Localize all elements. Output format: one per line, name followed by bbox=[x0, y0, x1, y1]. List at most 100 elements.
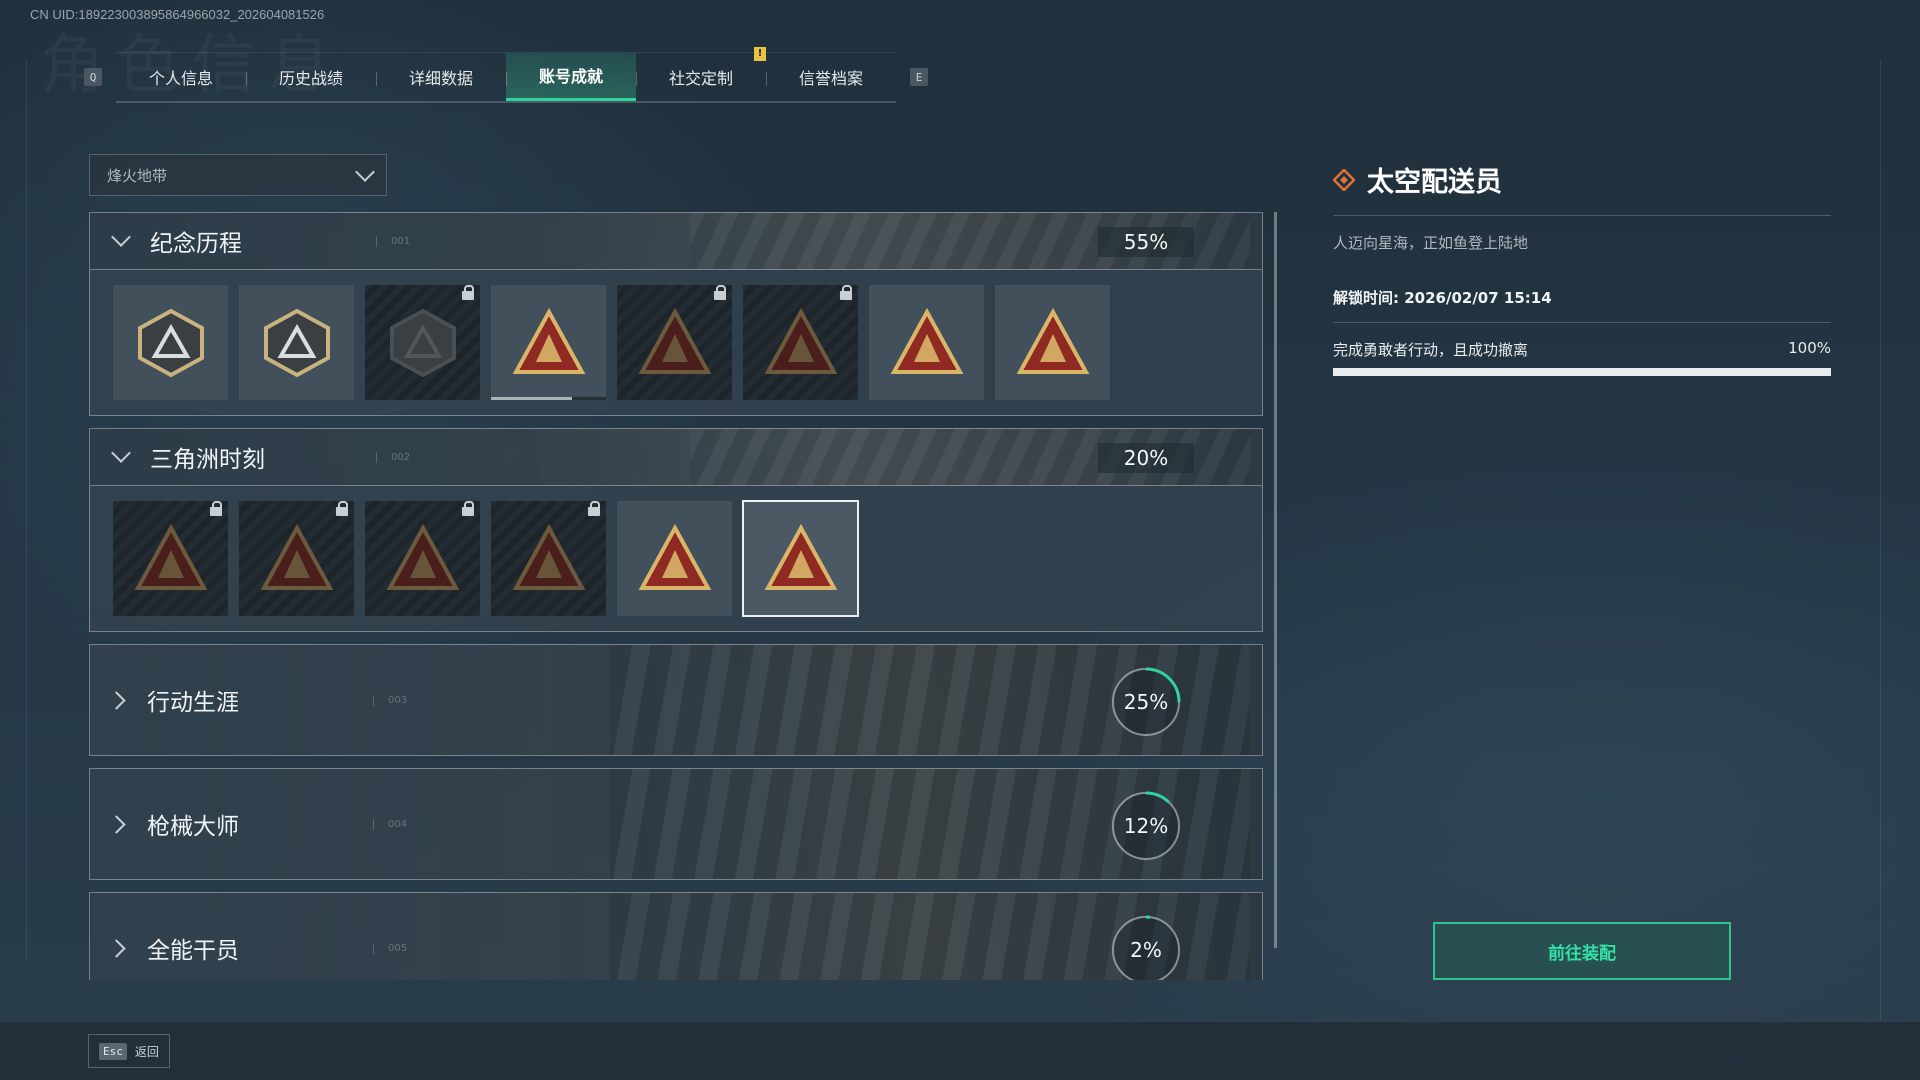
mode-dropdown[interactable]: 烽火地带 bbox=[89, 154, 387, 196]
achievement-title-text: 太空配送员 bbox=[1367, 167, 1502, 198]
achievement-badge[interactable] bbox=[239, 501, 354, 616]
achievement-badge[interactable] bbox=[617, 501, 732, 616]
requirement-text: 完成勇敢者行动，且成功撤离 bbox=[1333, 341, 1529, 359]
footer-bar bbox=[0, 1022, 1920, 1080]
achievement-title: 太空配送员 bbox=[1333, 160, 1831, 216]
achievement-badge[interactable] bbox=[869, 285, 984, 400]
tab-label: 社交定制 bbox=[668, 68, 733, 88]
category-name: 纪念历程 bbox=[150, 231, 242, 257]
achievement-description: 人迈向星海，正如鱼登上陆地 bbox=[1333, 234, 1529, 252]
category-name: 三角洲时刻 bbox=[150, 447, 265, 473]
achievement-badge[interactable] bbox=[491, 285, 606, 400]
lock-icon bbox=[210, 501, 222, 516]
hud-line bbox=[1880, 60, 1881, 1020]
category-percent: 25% bbox=[1123, 690, 1169, 714]
prev-tab-key[interactable]: Q bbox=[84, 68, 102, 86]
soldiers-emblem-icon bbox=[638, 523, 711, 590]
tab-label: 账号成就 bbox=[538, 67, 603, 86]
badge-progress-fill bbox=[491, 397, 572, 400]
mask-emblem-icon bbox=[260, 523, 333, 590]
alert-badge: ! bbox=[754, 46, 766, 61]
go-equip-button[interactable]: 前往装配 bbox=[1433, 922, 1731, 980]
chevron-down-icon bbox=[111, 227, 131, 247]
category-name: 行动生涯 bbox=[147, 690, 239, 716]
category-header-weapon-master[interactable]: 枪械大师 004 12% bbox=[89, 768, 1263, 880]
hooded-figure-emblem-icon bbox=[638, 307, 711, 374]
category-index: 003 bbox=[373, 694, 407, 706]
tab-detailed-data[interactable]: 详细数据 bbox=[376, 53, 506, 101]
achievement-detail-panel: 太空配送员 人迈向星海，正如鱼登上陆地 解锁时间: 2026/02/07 15:… bbox=[1333, 160, 1831, 376]
category-percent: 12% bbox=[1123, 814, 1169, 838]
category-index: 001 bbox=[376, 235, 410, 247]
category-index: 004 bbox=[373, 818, 407, 830]
lock-icon bbox=[462, 285, 474, 300]
tab-social-custom[interactable]: 社交定制! bbox=[636, 46, 766, 101]
tab-label: 个人信息 bbox=[148, 68, 213, 88]
tab-label: 信誉档案 bbox=[798, 68, 863, 88]
achievement-badge[interactable] bbox=[113, 501, 228, 616]
octopus-emblem-icon bbox=[512, 523, 585, 590]
lock-icon bbox=[462, 501, 474, 516]
tab-match-history[interactable]: 历史战绩 bbox=[246, 53, 376, 101]
requirement-progress-bar bbox=[1333, 368, 1831, 376]
category-header-all-round-operator[interactable]: 全能干员 005 2% bbox=[89, 892, 1263, 980]
skull-58-emblem-icon bbox=[512, 307, 585, 374]
achievement-badge[interactable] bbox=[742, 500, 859, 617]
chevron-right-icon bbox=[107, 938, 126, 958]
kneeling-figure-emblem-icon bbox=[386, 523, 459, 590]
tab-strip: 个人信息 历史战绩 详细数据 账号成就 社交定制! 信誉档案 bbox=[116, 46, 896, 103]
chevron-right-icon bbox=[107, 690, 126, 710]
triangle-emblem-icon bbox=[137, 308, 204, 377]
category-percent: 20% bbox=[1098, 443, 1194, 473]
tab-credit-record[interactable]: 信誉档案 bbox=[766, 53, 896, 101]
chevron-down-icon bbox=[111, 443, 131, 463]
helicopter-emblem-icon bbox=[263, 308, 330, 377]
achievement-badge[interactable] bbox=[239, 285, 354, 400]
dark-shield-emblem-icon bbox=[389, 308, 456, 377]
esc-key: Esc bbox=[99, 1042, 127, 1060]
category-index: 002 bbox=[376, 451, 410, 463]
category-name: 全能干员 bbox=[147, 938, 239, 964]
rocket-emblem-icon bbox=[764, 523, 837, 590]
category-header-memorial[interactable]: 纪念历程 001 55% bbox=[89, 212, 1263, 270]
list-scrollbar[interactable] bbox=[1274, 212, 1277, 948]
requirement-percent: 100% bbox=[1788, 339, 1831, 357]
mode-dropdown-value: 烽火地带 bbox=[107, 166, 168, 185]
back-button[interactable]: Esc 返回 bbox=[88, 1034, 170, 1068]
achievement-badge[interactable] bbox=[491, 501, 606, 616]
achievement-badge[interactable] bbox=[365, 285, 480, 400]
badge-grid bbox=[89, 270, 1263, 416]
badge-grid bbox=[89, 486, 1263, 632]
back-label: 返回 bbox=[134, 1044, 159, 1059]
robot-emblem-icon bbox=[134, 523, 207, 590]
tab-label: 详细数据 bbox=[408, 68, 473, 88]
achievement-diamond-icon bbox=[1333, 168, 1355, 191]
lock-icon bbox=[840, 285, 852, 300]
chevron-right-icon bbox=[107, 814, 126, 834]
lock-icon bbox=[714, 285, 726, 300]
achievement-badge[interactable] bbox=[365, 501, 480, 616]
tab-bar: Q 个人信息 历史战绩 详细数据 账号成就 社交定制! 信誉档案 E bbox=[84, 46, 928, 103]
chevron-down-icon bbox=[355, 162, 375, 182]
number-one-emblem-icon bbox=[1016, 307, 1089, 374]
category-header-operation-career[interactable]: 行动生涯 003 25% bbox=[89, 644, 1263, 756]
lock-icon bbox=[588, 501, 600, 516]
next-tab-key[interactable]: E bbox=[910, 68, 928, 86]
tab-label: 历史战绩 bbox=[278, 68, 343, 88]
requirement-row: 完成勇敢者行动，且成功撤离 100% bbox=[1333, 339, 1831, 360]
tab-personal-info[interactable]: 个人信息 bbox=[116, 53, 246, 101]
achievement-badge[interactable] bbox=[995, 285, 1110, 400]
achievement-badge[interactable] bbox=[743, 285, 858, 400]
achievement-badge[interactable] bbox=[617, 285, 732, 400]
hud-line bbox=[26, 60, 27, 960]
achievement-badge[interactable] bbox=[113, 285, 228, 400]
category-header-delta-moments[interactable]: 三角洲时刻 002 20% bbox=[89, 428, 1263, 486]
category-percent: 55% bbox=[1098, 227, 1194, 257]
category-index: 005 bbox=[373, 942, 407, 954]
category-percent: 2% bbox=[1130, 938, 1162, 962]
crossed-swords-skull-emblem-icon bbox=[764, 307, 837, 374]
tab-account-achievements[interactable]: 账号成就 bbox=[506, 52, 636, 101]
unlock-time: 解锁时间: 2026/02/07 15:14 bbox=[1333, 287, 1831, 323]
achievement-category-list: 纪念历程 001 55% 三角洲时刻 002 20% 行动生涯 003 25% … bbox=[89, 212, 1263, 980]
wings-emblem-icon bbox=[890, 307, 963, 374]
